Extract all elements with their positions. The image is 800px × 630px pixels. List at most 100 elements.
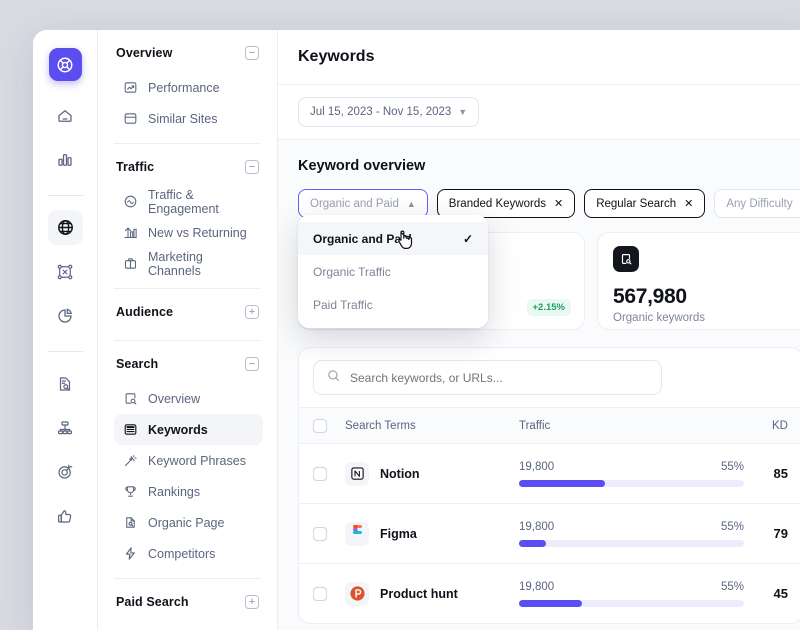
notion-logo [345, 461, 369, 486]
traffic-bar-track [519, 599, 744, 607]
sidebar-item-marketing-channels[interactable]: Marketing Channels [114, 248, 263, 279]
traffic-value: 19,800 [519, 520, 555, 533]
sidebar-item-label: Competitors [148, 546, 216, 561]
keywords-list-icon [123, 422, 138, 437]
row-checkbox[interactable] [313, 466, 327, 481]
keyword-overview-section: Keyword overview Organic and Paid ▲ Bran… [278, 140, 800, 218]
stat-value: 567,980 [613, 285, 687, 308]
close-icon[interactable]: ✕ [554, 197, 563, 210]
home-icon[interactable] [48, 98, 83, 133]
sidebar-item-overview[interactable]: Overview [114, 383, 263, 414]
table-row[interactable]: Product hunt 19,800 55% 45 [299, 563, 800, 623]
table-row[interactable]: Notion 19,800 55% 85 [299, 443, 800, 503]
magic-wand-icon [123, 453, 138, 468]
search-icon [326, 368, 341, 388]
expand-toggle-icon[interactable]: + [245, 595, 259, 609]
sidebar-item-performance[interactable]: Performance [114, 72, 263, 103]
nav-group-audience: Audience + [112, 289, 263, 341]
column-header-search-terms: Search Terms [345, 419, 416, 432]
collapse-toggle-icon[interactable]: − [245, 357, 259, 371]
sidebar-item-rankings[interactable]: Rankings [114, 476, 263, 507]
sidebar-item-similar-sites[interactable]: Similar Sites [114, 103, 263, 134]
traffic-percent: 55% [720, 460, 744, 473]
nav-group-header[interactable]: Paid Search + [112, 583, 263, 621]
sidebar-item-label: Keywords [148, 422, 208, 437]
keyword-name: Figma [380, 526, 417, 541]
sidebar-item-label: Performance [148, 80, 220, 95]
nav-group-header[interactable]: Search − [112, 345, 263, 383]
collapse-toggle-icon[interactable]: − [245, 46, 259, 60]
sidebar-item-competitors[interactable]: Competitors [114, 538, 263, 569]
traffic-percent: 55% [720, 580, 744, 593]
nav-group-title: Paid Search [116, 595, 189, 609]
sidebar-item-keywords[interactable]: Keywords [114, 414, 263, 445]
filter-label: Branded Keywords [448, 197, 546, 210]
date-range-label: Jul 15, 2023 - Nov 15, 2023 [310, 106, 452, 118]
target-icon[interactable] [48, 454, 83, 489]
traffic-value: 19,800 [519, 580, 555, 593]
figma-logo [345, 521, 369, 546]
traffic-bar-fill [519, 479, 605, 487]
sidebar-item-traffic-engagement[interactable]: Traffic & Engagement [114, 186, 263, 217]
sidebar-item-keyword-phrases[interactable]: Keyword Phrases [114, 445, 263, 476]
status-badge: +2.15% [526, 299, 571, 316]
collapse-toggle-icon[interactable]: − [245, 160, 259, 174]
search-input[interactable] [350, 370, 649, 385]
date-range-picker[interactable]: Jul 15, 2023 - Nov 15, 2023 ▼ [298, 97, 480, 127]
dropdown-option-label: Paid Traffic [313, 297, 373, 312]
traffic-bar-fill [519, 599, 582, 607]
row-checkbox[interactable] [313, 526, 327, 541]
filter-label: Organic and Paid [310, 197, 399, 210]
mouse-cursor [396, 230, 414, 255]
table-search-wrap [299, 348, 800, 407]
toolbar: Jul 15, 2023 - Nov 15, 2023 ▼ [278, 85, 800, 140]
dropdown-option-paid-traffic[interactable]: Paid Traffic [298, 288, 488, 321]
bar-chart-icon[interactable] [48, 142, 83, 177]
filter-label: Any Difficulty [726, 197, 793, 210]
column-header-kd: KD [772, 419, 788, 432]
stat-label: Organic keywords [613, 312, 706, 324]
app-window: Overview − Performance Similar Sites Tra… [33, 30, 800, 630]
check-icon: ✓ [462, 231, 473, 246]
thumbs-up-icon[interactable] [48, 498, 83, 533]
nav-group-search: Search − Overview Keywords Keyword Phras… [112, 341, 263, 579]
trend-chart-icon [123, 80, 138, 95]
filter-regular-search[interactable]: Regular Search ✕ [584, 189, 706, 218]
nav-group-header[interactable]: Audience + [112, 293, 263, 331]
sidebar-item-organic-page[interactable]: Organic Page [114, 507, 263, 538]
row-checkbox[interactable] [313, 586, 327, 601]
organic-paid-dropdown-menu[interactable]: Organic and Paid ✓ Organic Traffic Paid … [298, 215, 488, 328]
nav-group-header[interactable]: Traffic − [112, 148, 263, 186]
pie-chart-icon[interactable] [48, 298, 83, 333]
traffic-bar-track [519, 539, 744, 547]
page-search-icon [613, 246, 639, 272]
sidebar-item-label: Similar Sites [148, 111, 218, 126]
network-nodes-icon[interactable] [48, 254, 83, 289]
expand-toggle-icon[interactable]: + [245, 305, 259, 319]
sidebar-item-new-vs-returning[interactable]: New vs Returning [114, 217, 263, 248]
sidebar-item-label: New vs Returning [148, 225, 247, 240]
briefcase-icon [123, 256, 138, 271]
nav-group-header[interactable]: Overview − [112, 34, 263, 72]
dropdown-option-organic-traffic[interactable]: Organic Traffic [298, 255, 488, 288]
dropdown-option-organic-and-paid[interactable]: Organic and Paid ✓ [298, 222, 488, 255]
table-row[interactable]: Figma 19,800 55% 79 [299, 503, 800, 563]
rail-divider [47, 195, 83, 196]
filter-organic-and-paid[interactable]: Organic and Paid ▲ [298, 189, 428, 218]
table-header-row: Search Terms Traffic KD [299, 407, 800, 443]
stat-card-organic-keywords: 567,980 Organic keywords [597, 232, 800, 330]
close-icon[interactable]: ✕ [684, 197, 693, 210]
columns-arrow-icon [123, 225, 138, 240]
search-box[interactable] [313, 360, 662, 395]
document-search-icon [123, 515, 138, 530]
select-all-checkbox[interactable] [313, 418, 327, 433]
filter-branded-keywords[interactable]: Branded Keywords ✕ [436, 189, 576, 218]
app-logo[interactable] [48, 48, 82, 81]
filter-any-difficulty[interactable]: Any Difficulty ▼ [714, 189, 800, 218]
traffic-bar-fill [519, 539, 546, 547]
globe-icon[interactable] [47, 210, 83, 245]
filter-bar: Organic and Paid ▲ Branded Keywords ✕ Re… [298, 189, 800, 218]
sitemap-icon[interactable] [48, 410, 83, 445]
filter-label: Regular Search [596, 197, 677, 210]
document-search-icon[interactable] [48, 366, 83, 401]
